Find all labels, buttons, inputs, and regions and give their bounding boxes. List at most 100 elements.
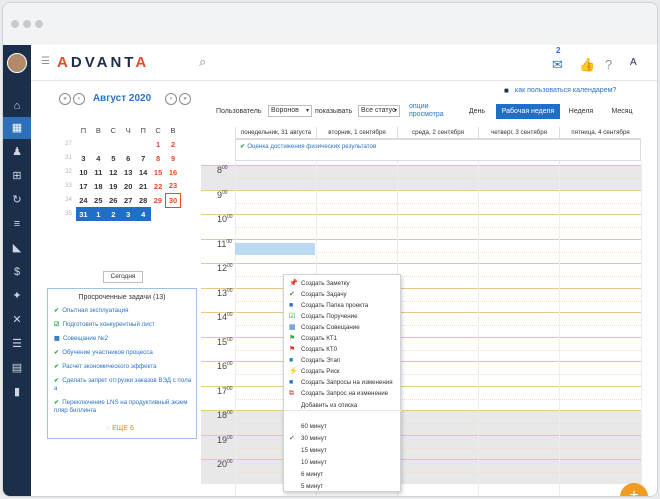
menu-item-create-change-requests[interactable]: ■ Создать Запросы на изменения — [284, 377, 402, 388]
hour-row[interactable]: 1800 — [201, 410, 641, 435]
day-cell[interactable]: 8 — [151, 151, 166, 165]
tasks-icon[interactable]: ☰ — [3, 333, 31, 355]
logo[interactable]: ADVANTA — [57, 54, 149, 71]
view-tab-workweek[interactable]: Рабочая неделя — [496, 104, 560, 119]
day-cell-selected[interactable]: 3 — [120, 207, 136, 221]
home-icon[interactable]: ⌂ — [3, 95, 31, 117]
day-cell[interactable]: 13 — [121, 165, 136, 179]
mail-icon[interactable]: ✉ — [552, 57, 563, 73]
refresh-icon[interactable]: ↻ — [3, 189, 31, 211]
day-cell[interactable]: 1 — [151, 137, 166, 151]
day-cell[interactable]: 20 — [121, 179, 136, 193]
tools-icon[interactable]: ✕ — [3, 309, 31, 331]
day-cell[interactable] — [166, 207, 181, 221]
day-cell[interactable]: 23 — [166, 179, 181, 193]
menu-item-create-kt0[interactable]: ⚑ Создать КТ0 — [284, 344, 402, 355]
day-header[interactable]: пятница, 4 сентября — [559, 127, 641, 139]
day-cell[interactable]: 4 — [91, 151, 106, 165]
day-cell[interactable]: 18 — [91, 179, 106, 193]
bookmark-icon[interactable]: ▮ — [3, 381, 31, 403]
overdue-item[interactable]: ✔ Расчет экономического эффекта — [54, 363, 192, 371]
day-cell-selected[interactable]: 2 — [105, 207, 121, 221]
day-cell[interactable]: 17 — [76, 179, 91, 193]
day-cell[interactable]: 24 — [76, 193, 91, 207]
overdue-item[interactable]: ☑ Подготовить конкурентный лист — [54, 321, 192, 329]
menu-item-create-task[interactable]: ✔ Создать Задачу — [284, 289, 402, 300]
documents-icon[interactable]: ▤ — [3, 357, 31, 379]
menu-item-duration-60[interactable]: 60 минут — [284, 421, 402, 432]
overdue-item[interactable]: ✔ Сделать запрет отгрузки заказов ВЭД с п… — [54, 377, 192, 393]
menu-item-duration-30[interactable]: ✓ 30 минут — [284, 433, 402, 444]
day-cell-selected[interactable]: 4 — [135, 207, 151, 221]
day-cell[interactable]: 25 — [91, 193, 106, 207]
menu-item-duration-10[interactable]: 10 минут — [284, 457, 402, 468]
status-select[interactable]: Все статус ▾ — [358, 105, 400, 117]
menu-item-create-risk[interactable]: ⚡ Создать Риск — [284, 366, 402, 377]
day-cell-selected[interactable]: 1 — [90, 207, 106, 221]
calendar-help-link[interactable]: как пользоваться календарем? — [515, 87, 616, 94]
day-cell[interactable]: 22 — [151, 179, 166, 193]
activity-icon[interactable]: ✦ — [3, 285, 31, 307]
hour-row[interactable]: 2000 — [201, 459, 641, 484]
menu-item-duration-5[interactable]: 5 минут — [284, 481, 402, 492]
next-month-icon[interactable]: › — [165, 93, 177, 105]
day-cell[interactable]: 14 — [136, 165, 151, 179]
users-icon[interactable]: ♟ — [3, 141, 31, 163]
day-header[interactable]: понедельник, 31 августа — [235, 127, 316, 139]
reports-icon[interactable]: ≡ — [3, 213, 31, 235]
menu-item-add-from-list[interactable]: Добавить из списка — [284, 400, 402, 411]
menu-item-create-project-folder[interactable]: ■ Создать Папка проекта — [284, 300, 402, 311]
all-day-event[interactable]: ✔ Оценка достижения физических результато… — [240, 143, 376, 150]
selected-timeslot[interactable] — [235, 243, 315, 255]
day-cell[interactable]: 12 — [106, 165, 121, 179]
overdue-item[interactable]: ✔ Обучение участников процесса — [54, 349, 192, 357]
day-cell[interactable]: 19 — [106, 179, 121, 193]
day-cell[interactable]: 6 — [121, 151, 136, 165]
day-cell[interactable]: 29 — [151, 193, 166, 207]
menu-item-create-change-request[interactable]: ⧉ Создать Запрос на изменение — [284, 388, 402, 399]
search-icon[interactable]: ⌕ — [199, 54, 206, 70]
view-tab-week[interactable]: Неделя — [564, 104, 598, 119]
hour-row[interactable]: 1700 — [201, 385, 641, 411]
day-cell[interactable]: 21 — [136, 179, 151, 193]
view-tab-month[interactable]: Месяц — [602, 104, 642, 119]
hour-row[interactable]: 1600 — [201, 361, 641, 386]
overdue-item[interactable]: ▦ Совещание №2 — [54, 335, 192, 343]
profile-icon[interactable]: A — [630, 57, 637, 68]
hour-row[interactable]: 1200 — [201, 263, 641, 288]
overdue-item[interactable]: ✔ Переключение LNS на продуктивный экзем п… — [54, 399, 192, 415]
calendar-icon[interactable]: ▦ — [3, 117, 31, 139]
day-cell[interactable] — [136, 137, 151, 151]
like-icon[interactable]: 👍 — [579, 57, 595, 73]
analytics-icon[interactable]: ◣ — [3, 237, 31, 259]
day-cell[interactable]: 11 — [91, 165, 106, 179]
day-cell[interactable]: 3 — [76, 151, 91, 165]
day-cell[interactable]: 9 — [166, 151, 181, 165]
day-cell[interactable]: 10 — [76, 165, 91, 179]
view-options-link[interactable]: опции просмотра — [409, 103, 444, 119]
help-icon[interactable]: ? — [605, 57, 612, 72]
menu-item-create-stage[interactable]: ■ Создать Этап — [284, 355, 402, 366]
menu-item-duration-15[interactable]: 15 минут — [284, 445, 402, 456]
day-cell[interactable] — [91, 137, 106, 151]
day-cell[interactable]: 26 — [106, 193, 121, 207]
menu-icon[interactable]: ☰ — [41, 56, 50, 67]
next-year-icon[interactable]: » — [179, 93, 191, 105]
day-header[interactable]: среда, 2 сентября — [397, 127, 478, 139]
hour-row[interactable]: 800 — [201, 165, 641, 190]
day-cell[interactable] — [121, 137, 136, 151]
structure-icon[interactable]: ⊞ — [3, 165, 31, 187]
view-tab-day[interactable]: День — [462, 104, 492, 119]
day-cell[interactable] — [106, 137, 121, 151]
hour-row[interactable]: 900 — [201, 189, 641, 215]
day-cell[interactable]: 28 — [136, 193, 151, 207]
day-cell[interactable]: 15 — [151, 165, 166, 179]
menu-item-create-kt1[interactable]: ⚑ Создать КТ1 — [284, 333, 402, 344]
day-header[interactable]: вторник, 1 сентября — [316, 127, 397, 139]
hour-row[interactable]: 1500 — [201, 336, 641, 362]
menu-item-duration-6[interactable]: 6 минут — [284, 469, 402, 480]
overdue-item[interactable]: ✔ Опытная эксплуатация — [54, 307, 192, 315]
day-cell[interactable]: 2 — [166, 137, 181, 151]
today-button[interactable]: Сегодня — [103, 271, 143, 283]
menu-item-create-meeting[interactable]: ▦ Создать Совещание — [284, 322, 402, 333]
